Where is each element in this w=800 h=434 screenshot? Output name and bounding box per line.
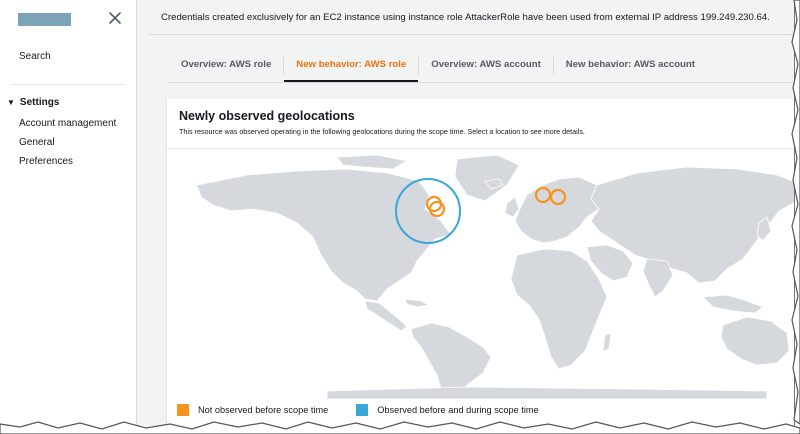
map-region-uk[interactable] (504, 196, 520, 218)
map-region-australia[interactable] (720, 316, 790, 366)
tab-overview-aws-account[interactable]: Overview: AWS account (419, 48, 552, 82)
legend-swatch-blue (356, 404, 369, 416)
map-region-arctic-islands[interactable] (336, 154, 409, 170)
legend-item-observed: Observed before and during scope time (356, 404, 539, 416)
map-region-antarctica[interactable] (326, 386, 768, 399)
sidebar-item-preferences[interactable]: Preferences (19, 156, 73, 167)
map-region-madagascar[interactable] (602, 332, 612, 352)
legend-label: Observed before and during scope time (377, 405, 539, 415)
service-logo (18, 13, 71, 26)
map-region-greenland[interactable] (454, 154, 520, 202)
tab-overview-aws-role[interactable]: Overview: AWS role (169, 48, 283, 82)
legend-label: Not observed before scope time (198, 405, 329, 415)
sidebar-item-general[interactable]: General (19, 137, 55, 148)
map-region-africa[interactable] (510, 248, 608, 370)
app-window: Search ▼ Settings Account management Gene… (0, 0, 795, 426)
world-map[interactable] (167, 151, 795, 399)
geolocations-panel: Newly observed geolocations This resourc… (167, 99, 795, 426)
sidebar-item-search[interactable]: Search (19, 51, 51, 62)
legend-item-not-observed: Not observed before scope time (177, 404, 328, 416)
map-region-europe[interactable] (514, 176, 600, 244)
sidebar: Search ▼ Settings Account management Gene… (0, 0, 137, 426)
map-legend: Not observed before scope time Observed … (177, 404, 567, 416)
panel-title: Newly observed geolocations (179, 109, 355, 123)
tab-bar-divider (169, 82, 794, 83)
caret-down-icon: ▼ (7, 98, 15, 107)
map-region-new-zealand[interactable] (792, 361, 795, 380)
tab-new-behavior-aws-account[interactable]: New behavior: AWS account (554, 48, 707, 82)
tab-new-behavior-aws-role[interactable]: New behavior: AWS role (284, 48, 419, 82)
map-region-se-asia[interactable] (702, 294, 764, 314)
location-marker-new[interactable] (428, 200, 446, 218)
sidebar-section-label: Settings (19, 97, 60, 108)
panel-description: This resource was observed operating in … (179, 127, 585, 136)
finding-banner-text: Credentials created exclusively for an E… (161, 12, 770, 23)
sidebar-item-account-management[interactable]: Account management (19, 118, 116, 129)
tab-bar: Overview: AWS role New behavior: AWS rol… (169, 48, 707, 82)
sidebar-divider (10, 84, 126, 85)
map-region-central-america[interactable] (364, 300, 408, 332)
legend-swatch-orange (177, 404, 189, 416)
map-region-india[interactable] (642, 258, 674, 298)
close-icon[interactable] (107, 10, 123, 26)
map-region-caribbean[interactable] (404, 298, 431, 308)
map-region-north-america[interactable] (196, 168, 452, 302)
sidebar-section-settings[interactable]: ▼ Settings (7, 97, 59, 108)
panel-divider (167, 148, 794, 149)
banner-divider (149, 34, 794, 35)
